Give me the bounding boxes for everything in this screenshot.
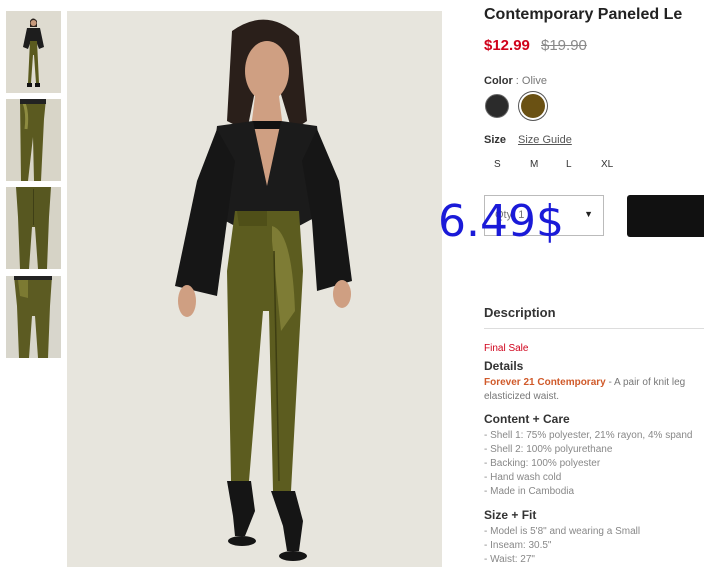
size-option-m[interactable]: M — [530, 159, 538, 170]
thumbnail-front[interactable] — [6, 11, 61, 93]
add-to-bag-button[interactable] — [627, 195, 704, 237]
product-title: Contemporary Paneled Le — [484, 6, 683, 23]
thumbnail-front-image — [6, 11, 61, 93]
color-separator: : — [515, 75, 519, 87]
list-item: - Made in Cambodia — [484, 486, 575, 497]
chevron-down-icon: ▼ — [584, 209, 593, 219]
brand-name: Forever 21 Contemporary — [484, 377, 606, 388]
size-option-s[interactable]: S — [494, 159, 501, 170]
content-care-list: - Shell 1: 75% polyester, 21% rayon, 4% … — [484, 429, 692, 499]
color-selected-value: Olive — [521, 75, 547, 87]
content-care-heading: Content + Care — [484, 412, 570, 426]
color-swatch-olive[interactable] — [521, 94, 545, 118]
list-item: - Shell 2: 100% polyurethane — [484, 444, 613, 455]
thumbnail-side[interactable] — [6, 99, 61, 181]
overlay-price-annotation: 6.49$ — [438, 196, 564, 247]
description-divider — [484, 328, 704, 329]
thumbnail-detail[interactable] — [6, 276, 61, 358]
model-illustration — [67, 11, 442, 567]
color-label-row: Color : Olive — [484, 75, 547, 87]
thumbnail-back-image — [6, 187, 61, 269]
list-item: - Waist: 27" — [484, 554, 535, 565]
description-heading[interactable]: Description — [484, 305, 556, 320]
details-copy-line2: elasticized waist. — [484, 391, 560, 402]
list-item: - Shell 1: 75% polyester, 21% rayon, 4% … — [484, 430, 693, 441]
original-price: $19.90 — [541, 37, 587, 54]
list-item: - Model is 5'8" and wearing a Small — [484, 526, 641, 537]
details-heading: Details — [484, 359, 524, 373]
list-item: - Inseam: 30.5" — [484, 540, 552, 551]
list-item: - Hand wash cold — [484, 472, 562, 483]
color-swatch-black[interactable] — [485, 94, 509, 118]
size-fit-list: - Model is 5'8" and wearing a Small - In… — [484, 525, 640, 567]
sale-price: $12.99 — [484, 37, 530, 54]
size-fit-heading: Size + Fit — [484, 508, 537, 522]
list-item: - Backing: 100% polyester — [484, 458, 601, 469]
color-label: Color — [484, 75, 513, 87]
thumbnail-back[interactable] — [6, 187, 61, 269]
size-label: Size — [484, 134, 507, 146]
size-option-xl[interactable]: XL — [601, 159, 613, 170]
thumbnail-side-image — [6, 99, 61, 181]
details-text: Forever 21 Contemporary - A pair of knit… — [484, 377, 685, 388]
size-guide-link[interactable]: Size Guide — [518, 134, 572, 146]
final-sale-badge: Final Sale — [484, 343, 529, 354]
thumbnail-detail-image — [6, 276, 61, 358]
size-option-l[interactable]: L — [566, 159, 572, 170]
details-copy: - A pair of knit leg — [605, 377, 686, 388]
main-product-image[interactable] — [67, 11, 442, 567]
